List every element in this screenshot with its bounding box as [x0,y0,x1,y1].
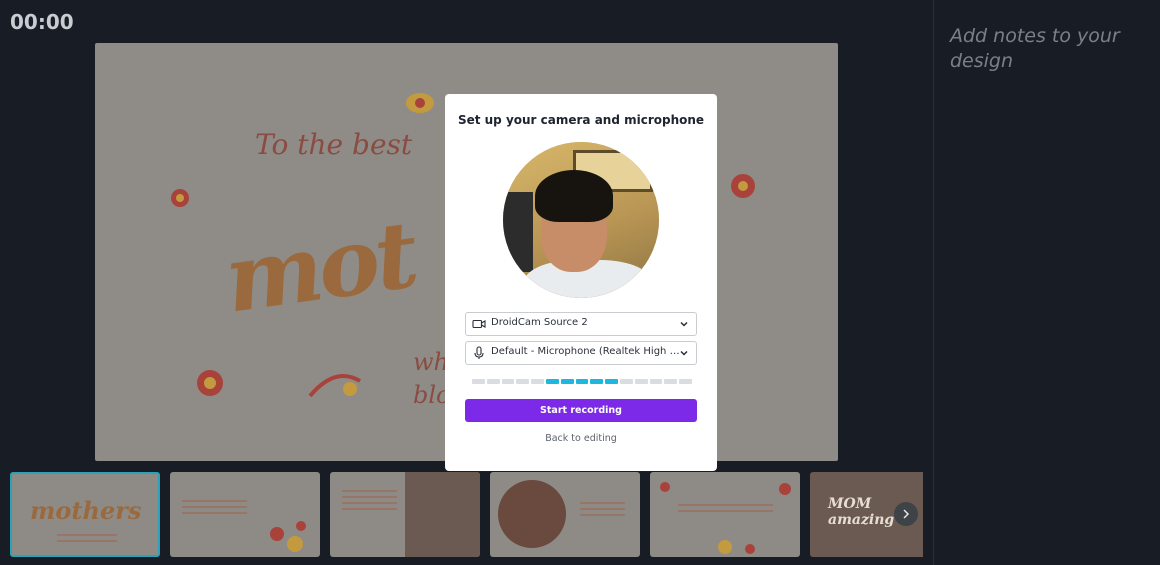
level-segment [501,379,515,384]
slide-thumbnails: mothers MOM amazing [10,472,923,557]
microphone-select-value: Default - Microphone (Realtek High Defin… [491,346,681,357]
start-recording-button[interactable]: Start recording [465,399,697,422]
chevron-down-icon [680,350,688,356]
slide-text-fragment: wh [413,348,449,376]
microphone-level-meter [472,379,692,384]
slide-title-art: mot [218,200,421,334]
thumbnail-photo [405,472,480,557]
slide-thumbnail[interactable] [330,472,480,557]
level-segment [531,379,544,384]
camera-select-value: DroidCam Source 2 [491,317,588,328]
slide-heading: To the best [255,128,413,161]
slide-thumbnail[interactable] [650,472,800,557]
flower-decoration [171,189,189,207]
flower-decoration [406,93,434,113]
level-segment [679,379,692,384]
level-segment [545,379,559,384]
level-segment [634,379,648,384]
thumbnail-title: MOM amazing [828,496,895,528]
level-segment [486,379,500,384]
level-segment [590,379,604,384]
back-to-editing-link[interactable]: Back to editing [445,433,717,444]
level-segment [575,379,589,384]
level-segment [664,379,678,384]
flower-decoration [731,174,755,198]
notes-panel[interactable]: Add notes to your design [933,0,1160,565]
slide-thumbnail[interactable] [170,472,320,557]
slide-thumbnail[interactable] [490,472,640,557]
camera-select[interactable]: DroidCam Source 2 [465,312,697,336]
thumbnail-title: mothers [30,496,142,525]
level-segment [472,379,485,384]
chevron-down-icon [680,321,688,327]
flower-decoration [308,374,362,398]
notes-placeholder[interactable]: Add notes to your design [950,24,1150,74]
next-slides-button[interactable] [894,502,918,526]
level-segment [605,379,618,384]
recording-timer: 00:00 [10,10,74,34]
level-segment [649,379,663,384]
thumbnail-photo [498,480,566,548]
slide-thumbnail[interactable]: mothers [10,472,160,557]
camera-setup-dialog: Set up your camera and microphone DroidC… [445,94,717,471]
dialog-title: Set up your camera and microphone [457,113,705,127]
level-segment [516,379,530,384]
microphone-select[interactable]: Default - Microphone (Realtek High Defin… [465,341,697,365]
microphone-icon [474,346,484,359]
chevron-right-icon [903,509,910,519]
level-segment [560,379,574,384]
flower-decoration [197,370,223,396]
level-segment [619,379,633,384]
camera-preview [503,142,659,298]
video-camera-icon [472,319,486,329]
